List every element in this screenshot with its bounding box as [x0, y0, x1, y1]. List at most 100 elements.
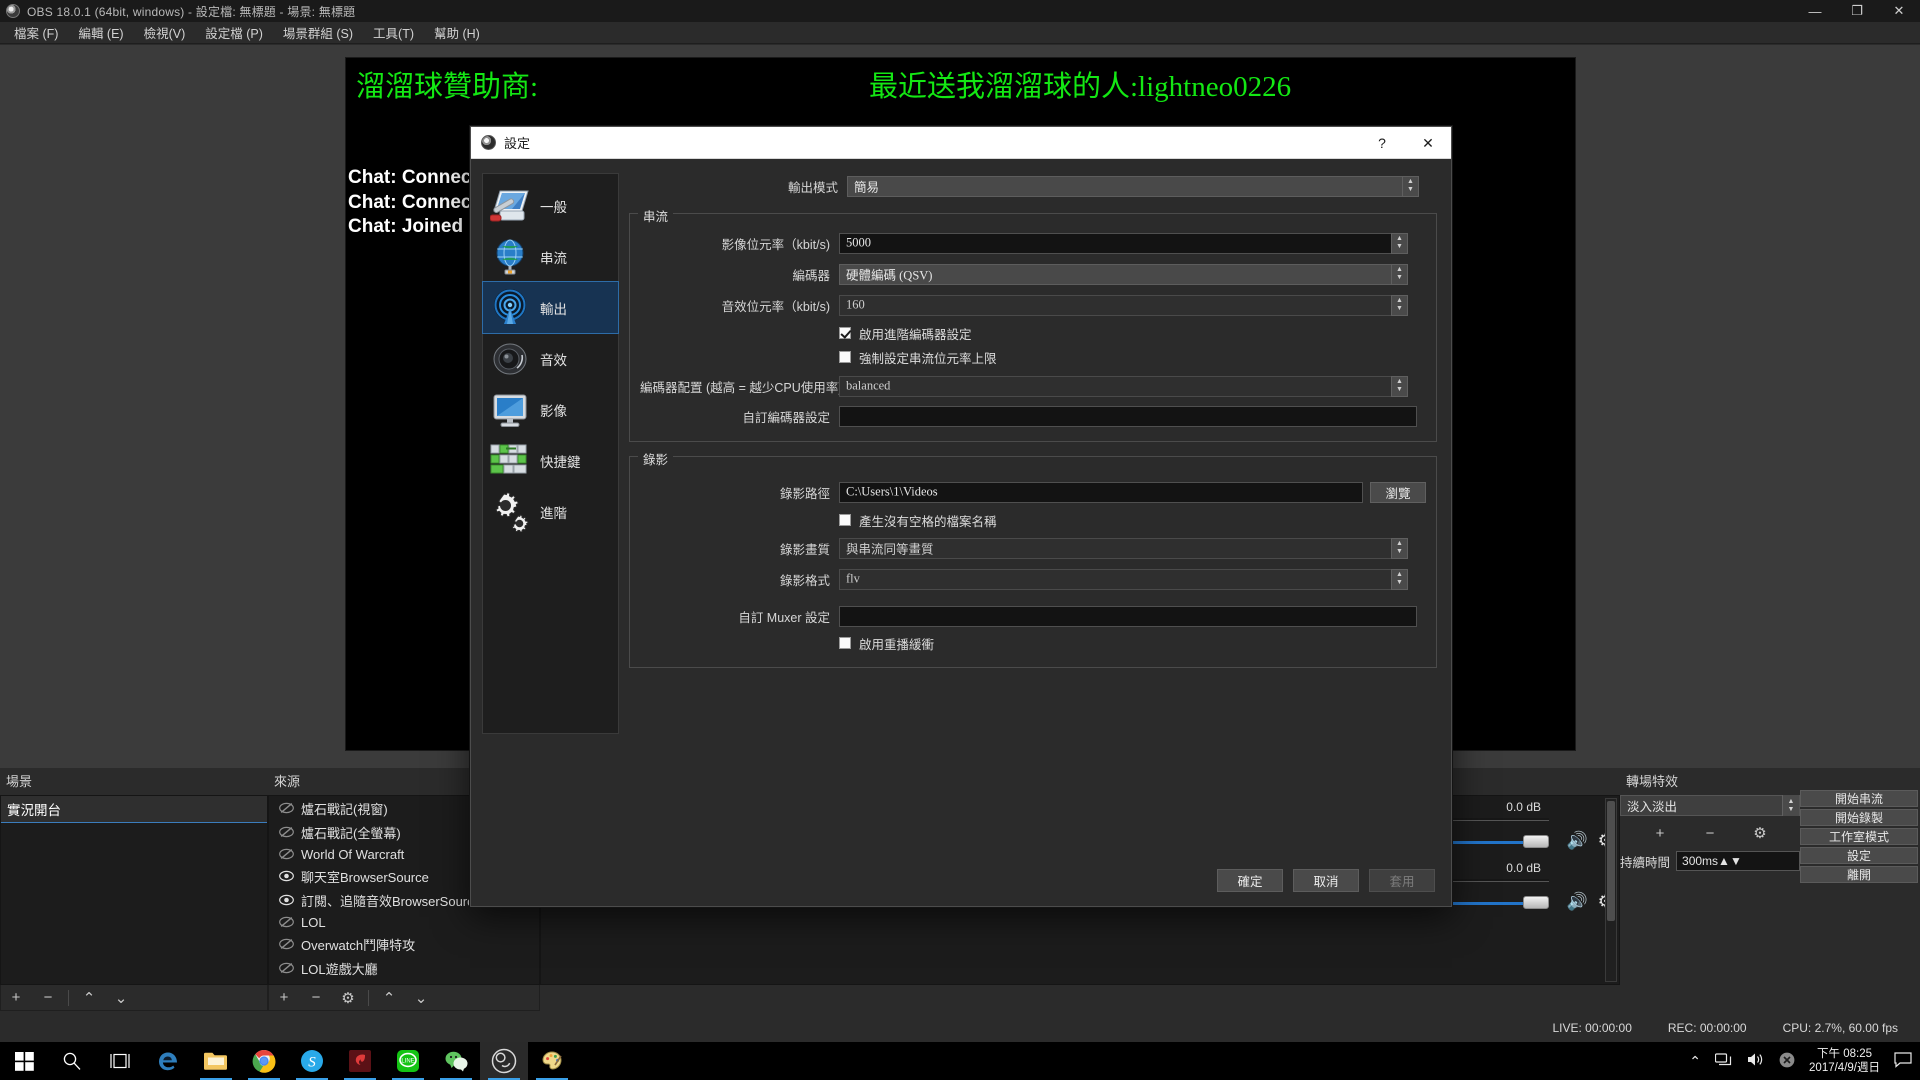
eye-hidden-icon[interactable]: [279, 916, 294, 929]
scene-item[interactable]: 實況開台: [1, 796, 267, 823]
ok-button[interactable]: 確定: [1217, 869, 1283, 892]
studio-mode-button[interactable]: 工作室模式: [1800, 828, 1918, 845]
replay-buffer-row[interactable]: 啟用重播緩衝: [839, 631, 1426, 655]
spinner-arrows[interactable]: ▲▼: [1402, 175, 1419, 197]
taskbar-app-skype[interactable]: S: [288, 1042, 336, 1080]
eye-hidden-icon[interactable]: [279, 802, 294, 815]
slider-handle[interactable]: [1523, 835, 1549, 848]
recording-quality-select[interactable]: 與串流同等畫質 ▲ ▼: [839, 537, 1408, 559]
scenes-list[interactable]: 實況開台: [0, 795, 268, 985]
start-recording-button[interactable]: 開始錄製: [1800, 809, 1918, 826]
speaker-icon[interactable]: 🔊: [1567, 832, 1588, 849]
enforce-bitrate-row[interactable]: 強制設定串流位元率上限: [839, 345, 1426, 369]
move-scene-up-button[interactable]: ⌃: [74, 986, 104, 1010]
audio-bitrate-select[interactable]: 160 ▲ ▼: [839, 294, 1408, 316]
volume-icon[interactable]: [1747, 1052, 1765, 1070]
spinner-arrows[interactable]: ▲▼: [1391, 294, 1408, 316]
taskbar-app-obs[interactable]: [480, 1042, 528, 1080]
action-center-close-icon[interactable]: [1779, 1052, 1795, 1071]
advanced-encoder-row[interactable]: 啟用進階編碼器設定: [839, 321, 1426, 345]
muxer-settings-input[interactable]: [839, 605, 1417, 627]
remove-scene-button[interactable]: −: [33, 986, 63, 1010]
spinner-arrows[interactable]: ▲▼: [1718, 854, 1742, 868]
close-button[interactable]: ✕: [1878, 0, 1920, 22]
taskbar-app-chrome[interactable]: [240, 1042, 288, 1080]
chevron-up-icon[interactable]: ⌃: [1689, 1053, 1701, 1070]
move-source-up-button[interactable]: ⌃: [374, 986, 404, 1010]
taskbar-app-line[interactable]: LINE: [384, 1042, 432, 1080]
encoder-preset-select[interactable]: balanced ▲ ▼: [839, 375, 1408, 397]
spinner-arrows[interactable]: ▲▼: [1391, 263, 1408, 285]
browse-button[interactable]: 瀏覽: [1370, 481, 1426, 503]
start-icon[interactable]: [0, 1042, 48, 1080]
source-list-item[interactable]: LOL: [269, 912, 539, 932]
source-list-item[interactable]: Overwatch鬥陣特攻: [269, 932, 539, 956]
sidebar-item-advanced[interactable]: 進階: [483, 486, 618, 537]
cancel-button[interactable]: 取消: [1293, 869, 1359, 892]
exit-button[interactable]: 離開: [1800, 866, 1918, 883]
eye-hidden-icon[interactable]: [279, 962, 294, 975]
advanced-encoder-checkbox[interactable]: [839, 327, 851, 339]
spinner-arrows[interactable]: ▲▼: [1391, 537, 1408, 559]
taskbar-app-explorer[interactable]: [192, 1042, 240, 1080]
remove-source-button[interactable]: −: [301, 986, 331, 1010]
menu-view[interactable]: 檢視(V): [134, 20, 196, 45]
sidebar-item-stream[interactable]: 串流: [483, 231, 618, 282]
encoder-select[interactable]: 硬體編碼 (QSV) ▲ ▼: [839, 263, 1408, 285]
move-scene-down-button[interactable]: ⌄: [106, 986, 136, 1010]
sidebar-item-general[interactable]: 一般: [483, 180, 618, 231]
start-streaming-button[interactable]: 開始串流: [1800, 790, 1918, 807]
eye-visible-icon[interactable]: [279, 870, 294, 883]
video-bitrate-input[interactable]: 5000 ▲ ▼: [839, 232, 1408, 254]
source-list-item[interactable]: LOL遊戲大廳: [269, 956, 539, 980]
no-space-filename-checkbox[interactable]: [839, 514, 851, 526]
spinner-arrows[interactable]: ▲▼: [1782, 795, 1799, 816]
menu-tools[interactable]: 工具(T): [363, 20, 424, 45]
taskbar-app-edge[interactable]: [144, 1042, 192, 1080]
transition-select[interactable]: 淡入淡出 ▲ ▼: [1620, 795, 1800, 816]
minimize-button[interactable]: —: [1794, 0, 1836, 22]
spinner-arrows[interactable]: ▲▼: [1391, 232, 1408, 254]
source-properties-button[interactable]: ⚙: [333, 986, 363, 1010]
menu-edit[interactable]: 編輯 (E): [68, 20, 133, 45]
recording-format-select[interactable]: flv ▲ ▼: [839, 568, 1408, 590]
duration-input[interactable]: 300ms ▲▼: [1676, 851, 1800, 871]
sidebar-item-hotkeys[interactable]: 快捷鍵: [483, 435, 618, 486]
taskbar-app-paint[interactable]: [528, 1042, 576, 1080]
add-source-button[interactable]: +: [269, 986, 299, 1010]
sidebar-item-audio[interactable]: 音效: [483, 333, 618, 384]
spinner-arrows[interactable]: ▲▼: [1391, 375, 1408, 397]
menu-file[interactable]: 檔案 (F): [4, 20, 68, 45]
dialog-close-button[interactable]: ✕: [1405, 127, 1451, 159]
taskbar-clock[interactable]: 下午 08:25 2017/4/9/週日: [1809, 1047, 1880, 1075]
eye-hidden-icon[interactable]: [279, 826, 294, 839]
remove-transition-button[interactable]: −: [1695, 821, 1725, 845]
dialog-help-button[interactable]: ?: [1359, 127, 1405, 159]
replay-buffer-checkbox[interactable]: [839, 637, 851, 649]
menu-scene-collection[interactable]: 場景群組 (S): [273, 20, 363, 45]
spinner-arrows[interactable]: ▲▼: [1391, 568, 1408, 590]
network-icon[interactable]: [1714, 1052, 1733, 1070]
no-space-filename-row[interactable]: 產生沒有空格的檔案名稱: [839, 508, 1426, 532]
slider-handle[interactable]: [1523, 896, 1549, 909]
sidebar-item-output[interactable]: 輸出: [482, 281, 619, 334]
search-icon[interactable]: [48, 1042, 96, 1080]
eye-hidden-icon[interactable]: [279, 848, 294, 861]
add-transition-button[interactable]: +: [1645, 821, 1675, 845]
mixer-scrollbar[interactable]: [1605, 798, 1617, 982]
menu-profile[interactable]: 設定檔 (P): [195, 20, 273, 45]
maximize-button[interactable]: ❐: [1836, 0, 1878, 22]
custom-encoder-input[interactable]: [839, 405, 1417, 427]
menu-help[interactable]: 幫助 (H): [424, 20, 490, 45]
eye-hidden-icon[interactable]: [279, 938, 294, 951]
add-scene-button[interactable]: +: [1, 986, 31, 1010]
taskbar-app-garena[interactable]: [336, 1042, 384, 1080]
task-view-icon[interactable]: [96, 1042, 144, 1080]
move-source-down-button[interactable]: ⌄: [406, 986, 436, 1010]
speaker-icon[interactable]: 🔊: [1567, 893, 1588, 910]
settings-button[interactable]: 設定: [1800, 847, 1918, 864]
transition-config-button[interactable]: ⚙: [1745, 821, 1775, 845]
taskbar-app-wechat[interactable]: [432, 1042, 480, 1080]
enforce-bitrate-checkbox[interactable]: [839, 351, 851, 363]
eye-visible-icon[interactable]: [279, 894, 294, 907]
